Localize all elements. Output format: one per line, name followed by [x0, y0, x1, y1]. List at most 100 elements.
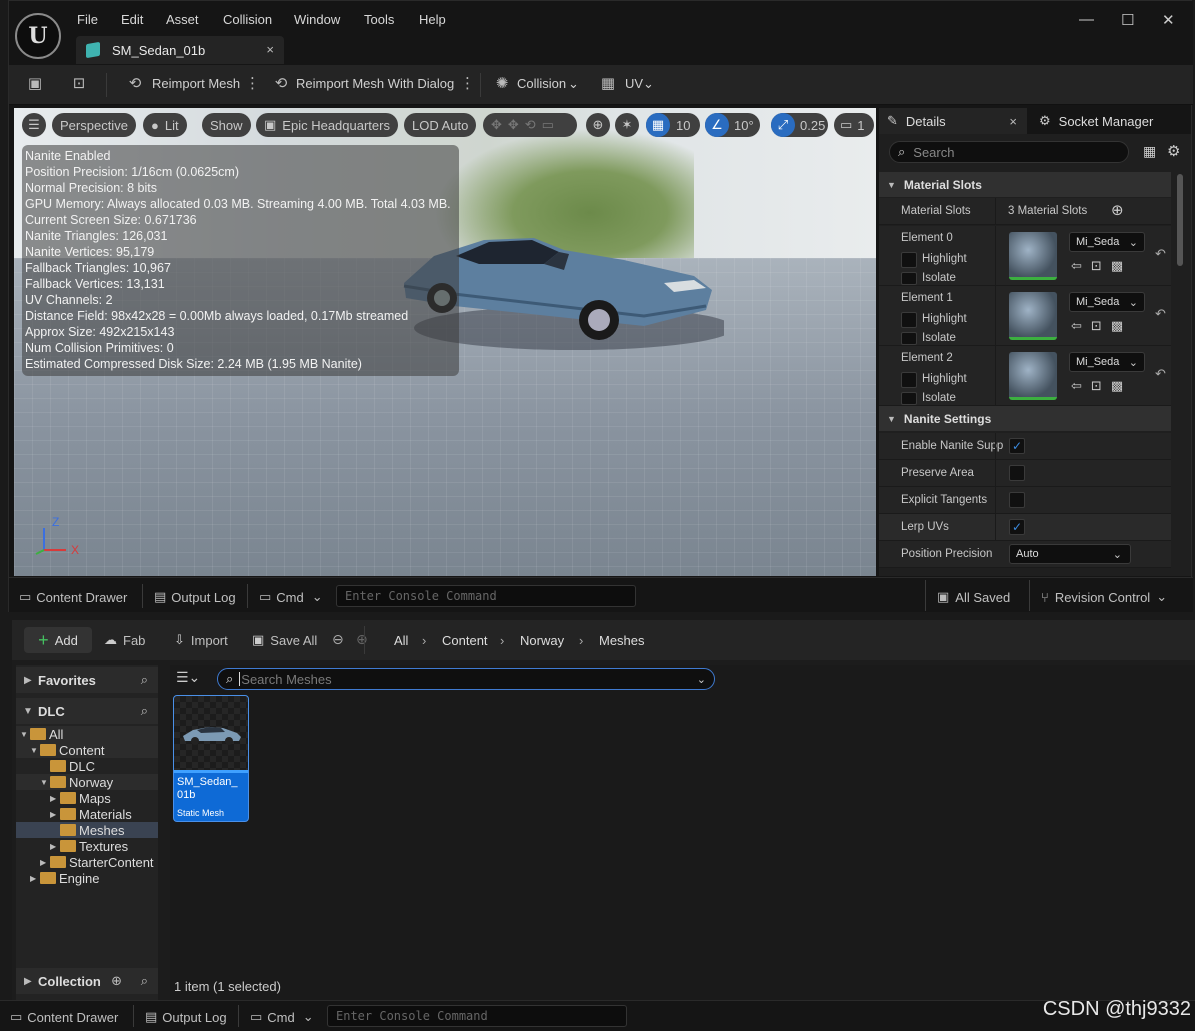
close-tab-icon[interactable]: × [266, 42, 274, 57]
add-slot-icon[interactable]: ⊕ [1111, 201, 1124, 219]
grid-snap-toggle[interactable]: ▦ 10 [646, 113, 700, 137]
folder-item-startercontent[interactable]: ▶ StarterContent [16, 854, 158, 870]
isolate-checkbox[interactable] [901, 332, 917, 345]
show-button[interactable]: Show [202, 113, 251, 137]
local-space-icon[interactable]: ✶ [615, 113, 639, 137]
reset-to-default-icon[interactable]: ↶ [1155, 366, 1166, 382]
search-meshes-input[interactable]: ⌕ Search Meshes ⌄ [217, 668, 715, 690]
close-window-icon[interactable]: ✕ [1162, 11, 1175, 29]
position-precision-dropdown[interactable]: Auto ⌄ [1009, 544, 1131, 564]
maximize-icon[interactable]: ☐ [1121, 11, 1134, 29]
rotation-snap-toggle[interactable]: ∠ 10° [705, 113, 760, 137]
all-saved-button[interactable]: ▣ All Saved [937, 589, 1010, 605]
make-new-icon[interactable]: ▩ [1111, 318, 1132, 333]
material-thumbnail[interactable] [1009, 232, 1057, 280]
minimize-icon[interactable]: — [1079, 11, 1094, 28]
mesh-viewport[interactable]: ☰ Perspective ● Lit Show ▣ Epic Headquarte… [14, 108, 876, 576]
chevron-right-icon[interactable]: ▶ [50, 794, 60, 803]
epic-headquarters-button[interactable]: ▣ Epic Headquarters [256, 113, 398, 137]
chevron-right-icon[interactable]: ▶ [30, 874, 40, 883]
chevron-right-icon[interactable]: ▶ [50, 842, 60, 851]
back-icon[interactable]: ⊖ [332, 631, 344, 648]
camera-speed-button[interactable]: ▭ 1 [834, 113, 874, 137]
unreal-logo-icon[interactable]: U [15, 13, 61, 59]
make-new-icon[interactable]: ▩ [1111, 378, 1132, 393]
use-selected-icon[interactable]: ⇦ [1071, 318, 1091, 333]
output-log-button[interactable]: ▤ Output Log [145, 1009, 227, 1025]
chevron-down-icon[interactable]: ▼ [30, 746, 40, 755]
reimport-mesh-button[interactable]: Reimport Mesh [152, 76, 240, 91]
menu-file[interactable]: File [77, 12, 98, 27]
make-new-icon[interactable]: ▩ [1111, 258, 1132, 273]
folder-item-meshes[interactable]: Meshes [16, 822, 158, 838]
console-command-input[interactable]: Enter Console Command [336, 585, 636, 607]
menu-help[interactable]: Help [419, 12, 446, 27]
setting-checkbox[interactable]: ✓ [1009, 438, 1025, 454]
asset-tab[interactable]: SM_Sedan_01b × [76, 36, 284, 64]
folder-item-all[interactable]: ▼ All [16, 726, 158, 742]
surface-snap-icon[interactable]: ⊕ [586, 113, 610, 137]
setting-checkbox[interactable]: ✓ [1009, 519, 1025, 535]
output-log-button[interactable]: ▤ Output Log [154, 589, 236, 605]
save-icon[interactable]: ▣ [25, 74, 45, 94]
collision-dropdown[interactable]: Collision [517, 76, 566, 91]
setting-checkbox[interactable] [1009, 492, 1025, 508]
browse-icon[interactable]: ⊡ [1091, 258, 1111, 273]
isolate-checkbox[interactable] [901, 272, 917, 285]
tab-details[interactable]: ✎ Details × [879, 108, 1027, 134]
breadcrumb-content[interactable]: Content [442, 633, 488, 648]
material-thumbnail[interactable] [1009, 292, 1057, 340]
reimport-mesh-with-dialog-button[interactable]: Reimport Mesh With Dialog [296, 76, 454, 91]
folder-item-materials[interactable]: ▶ Materials [16, 806, 158, 822]
revision-control-button[interactable]: ⑂ Revision Control ⌄ [1041, 589, 1167, 605]
folder-item-dlc[interactable]: DLC [16, 758, 158, 774]
console-command-input[interactable]: Enter Console Command [327, 1005, 627, 1027]
chevron-down-icon[interactable]: ▼ [20, 730, 30, 739]
reset-to-default-icon[interactable]: ↶ [1155, 306, 1166, 322]
browse-icon[interactable]: ⊡ [1091, 378, 1111, 393]
breadcrumb-norway[interactable]: Norway [520, 633, 564, 648]
folder-item-content[interactable]: ▼ Content [16, 742, 158, 758]
close-tab-icon[interactable]: × [1009, 114, 1017, 129]
highlight-checkbox[interactable] [901, 312, 917, 328]
lod-button[interactable]: LOD Auto [404, 113, 477, 137]
details-search-input[interactable]: ⌕ Search [889, 141, 1129, 163]
import-button[interactable]: ⇩ Import [174, 632, 228, 648]
chevron-right-icon[interactable]: ▶ [50, 810, 60, 819]
breadcrumb-meshes[interactable]: Meshes [599, 633, 645, 648]
transform-tools-group[interactable]: ✥✥⟲▭ [483, 113, 577, 137]
fab-button[interactable]: ☁ Fab [104, 632, 145, 648]
highlight-checkbox[interactable] [901, 252, 917, 268]
material-thumbnail[interactable] [1009, 352, 1057, 400]
add-collection-icon[interactable]: ⊕ [111, 973, 122, 989]
table-view-icon[interactable]: ▦ [1143, 143, 1156, 160]
material-dropdown[interactable]: Mi_Seda ⌄ [1069, 292, 1145, 312]
browse-icon[interactable]: ⊡ [1091, 318, 1111, 333]
save-all-button[interactable]: ▣ Save All [252, 632, 317, 648]
uv-dropdown[interactable]: UV [625, 76, 643, 91]
breadcrumb-all[interactable]: All [394, 633, 408, 648]
highlight-checkbox[interactable] [901, 372, 917, 388]
material-dropdown[interactable]: Mi_Seda ⌄ [1069, 232, 1145, 252]
menu-tools[interactable]: Tools [364, 12, 394, 27]
folder-item-engine[interactable]: ▶ Engine [16, 870, 158, 886]
search-icon[interactable]: ⌕ [141, 973, 148, 989]
forward-icon[interactable]: ⊕ [356, 631, 368, 648]
viewport-menu-icon[interactable]: ☰ [22, 113, 46, 137]
reset-to-default-icon[interactable]: ↶ [1155, 246, 1166, 262]
search-icon[interactable]: ⌕ [141, 672, 148, 688]
content-drawer-button[interactable]: ▭ Content Drawer [19, 589, 127, 605]
favorites-header[interactable]: ▶ Favorites ⌕ [16, 667, 158, 693]
search-icon[interactable]: ⌕ [141, 703, 148, 719]
setting-checkbox[interactable] [1009, 465, 1025, 481]
details-scrollbar[interactable] [1177, 174, 1183, 266]
perspective-button[interactable]: Perspective [52, 113, 136, 137]
browse-asset-icon[interactable]: ⊡ [69, 74, 89, 94]
material-dropdown[interactable]: Mi_Seda ⌄ [1069, 352, 1145, 372]
chevron-down-icon[interactable]: ▼ [40, 778, 50, 787]
more-options-icon[interactable]: ⋮ [245, 74, 260, 94]
chevron-right-icon[interactable]: ▶ [40, 858, 50, 867]
folder-item-norway[interactable]: ▼ Norway [16, 774, 158, 790]
scale-snap-toggle[interactable]: ⤢ 0.25 [771, 113, 828, 137]
collection-header[interactable]: ▶ Collection ⊕ ⌕ [16, 968, 158, 994]
